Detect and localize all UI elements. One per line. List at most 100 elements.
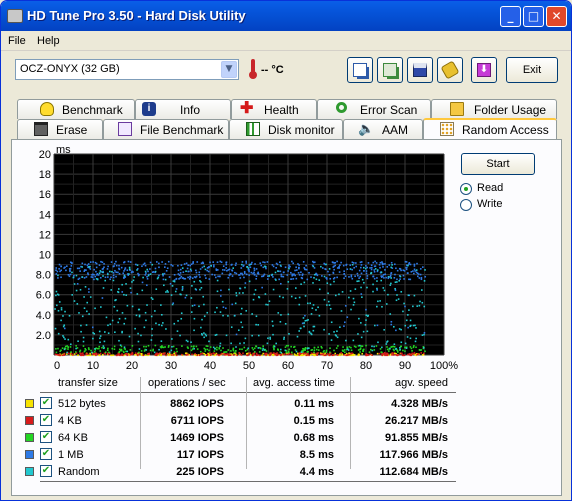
data-point bbox=[318, 279, 321, 281]
start-button[interactable]: Start bbox=[461, 153, 535, 175]
data-point bbox=[261, 275, 263, 278]
data-point bbox=[199, 350, 202, 353]
write-radio-dot[interactable] bbox=[460, 199, 472, 211]
options-button[interactable] bbox=[437, 57, 463, 83]
data-point bbox=[416, 275, 419, 278]
data-point bbox=[308, 272, 310, 274]
chevron-down-icon[interactable]: ▼ bbox=[221, 61, 237, 78]
data-point bbox=[155, 353, 158, 356]
exit-button[interactable]: Exit bbox=[506, 57, 558, 83]
data-point bbox=[82, 336, 85, 339]
random-access-panel: ms 20 18 16 14 12 10 8.0 6.0 4.0 2.0 0 10 20 30 40 50 60… bbox=[11, 139, 562, 496]
data-point bbox=[412, 305, 414, 308]
data-point bbox=[154, 267, 157, 270]
data-point bbox=[336, 267, 339, 269]
save-button[interactable] bbox=[407, 57, 433, 83]
data-point bbox=[158, 274, 160, 277]
data-point bbox=[380, 271, 383, 274]
data-point bbox=[334, 261, 336, 264]
data-point bbox=[262, 261, 264, 263]
tab-aam[interactable]: 🔈 AAM bbox=[343, 119, 423, 139]
data-point bbox=[384, 273, 387, 276]
row-transfer-size: 4 KB bbox=[58, 415, 82, 427]
data-point bbox=[175, 288, 178, 290]
data-point bbox=[386, 346, 388, 348]
data-point bbox=[94, 307, 96, 310]
data-point bbox=[243, 276, 245, 279]
download-button[interactable]: ⬇ bbox=[471, 57, 497, 83]
series-checkbox[interactable]: ✔ bbox=[40, 431, 52, 443]
read-radio-dot[interactable] bbox=[460, 183, 472, 195]
data-point bbox=[134, 327, 136, 330]
data-point bbox=[290, 271, 292, 274]
data-point bbox=[328, 333, 330, 335]
menu-file[interactable]: File bbox=[8, 35, 26, 47]
data-point bbox=[278, 295, 281, 298]
data-point bbox=[90, 349, 92, 352]
data-point bbox=[350, 349, 353, 352]
data-point bbox=[161, 352, 164, 355]
tab-erase[interactable]: Erase bbox=[17, 119, 103, 139]
tab-file-benchmark[interactable]: File Benchmark bbox=[103, 119, 229, 139]
data-point bbox=[420, 276, 423, 279]
data-point bbox=[248, 274, 250, 276]
data-point bbox=[334, 334, 337, 336]
data-point bbox=[95, 354, 97, 357]
menu-help[interactable]: Help bbox=[37, 35, 60, 47]
data-point bbox=[63, 348, 66, 351]
tab-random-access[interactable]: Random Access bbox=[423, 118, 557, 140]
tab-folder-usage[interactable]: Folder Usage bbox=[431, 99, 557, 119]
data-point bbox=[179, 268, 182, 271]
data-point bbox=[189, 278, 191, 280]
data-point bbox=[330, 339, 333, 341]
tab-disk-monitor[interactable]: Disk monitor bbox=[229, 119, 343, 139]
data-point bbox=[81, 352, 84, 354]
data-point bbox=[398, 267, 401, 270]
data-point bbox=[294, 269, 296, 272]
data-point bbox=[403, 270, 406, 272]
tab-health[interactable]: ✚ Health bbox=[231, 99, 317, 119]
series-checkbox[interactable]: ✔ bbox=[40, 448, 52, 460]
data-point bbox=[362, 266, 365, 269]
data-point bbox=[284, 349, 287, 352]
row-transfer-size: Random bbox=[58, 466, 100, 478]
data-point bbox=[380, 279, 383, 282]
series-checkbox[interactable]: ✔ bbox=[40, 465, 52, 477]
row-transfer-size: 64 KB bbox=[58, 432, 88, 444]
minimize-button[interactable]: _ bbox=[500, 6, 521, 27]
copy-text-button[interactable] bbox=[347, 57, 373, 83]
copy-screenshot-button[interactable] bbox=[377, 57, 403, 83]
data-point bbox=[251, 334, 253, 337]
write-radio[interactable]: Write bbox=[460, 197, 550, 213]
data-point bbox=[158, 262, 160, 265]
maximize-button[interactable]: □ bbox=[523, 6, 544, 27]
data-point bbox=[279, 348, 282, 351]
data-point bbox=[55, 294, 57, 297]
data-point bbox=[356, 272, 359, 275]
y-tick-label: 8.0 bbox=[36, 270, 51, 282]
data-point bbox=[181, 267, 184, 269]
tab-benchmark[interactable]: Benchmark bbox=[17, 99, 135, 119]
series-checkbox[interactable]: ✔ bbox=[40, 397, 52, 409]
data-point bbox=[170, 294, 173, 296]
data-point bbox=[395, 267, 397, 270]
data-point bbox=[374, 265, 377, 267]
data-point bbox=[265, 303, 267, 306]
data-point bbox=[104, 331, 106, 333]
tab-error-scan[interactable]: Error Scan bbox=[317, 99, 431, 119]
drive-select[interactable]: OCZ-ONYX (32 GB) ▼ bbox=[15, 59, 239, 80]
data-point bbox=[165, 354, 167, 357]
close-button[interactable]: ✕ bbox=[546, 6, 567, 27]
data-point bbox=[92, 332, 94, 334]
data-point bbox=[376, 305, 378, 308]
read-radio[interactable]: Read bbox=[460, 181, 550, 197]
tab-info[interactable]: i Info bbox=[135, 99, 231, 119]
data-point bbox=[366, 266, 368, 269]
data-point bbox=[398, 280, 401, 282]
series-checkbox[interactable]: ✔ bbox=[40, 414, 52, 426]
data-point bbox=[225, 263, 228, 266]
data-point bbox=[154, 344, 157, 347]
data-point bbox=[345, 264, 347, 266]
data-point bbox=[100, 260, 102, 263]
title-bar[interactable]: HD Tune Pro 3.50 - Hard Disk Utility _ □… bbox=[1, 1, 571, 31]
